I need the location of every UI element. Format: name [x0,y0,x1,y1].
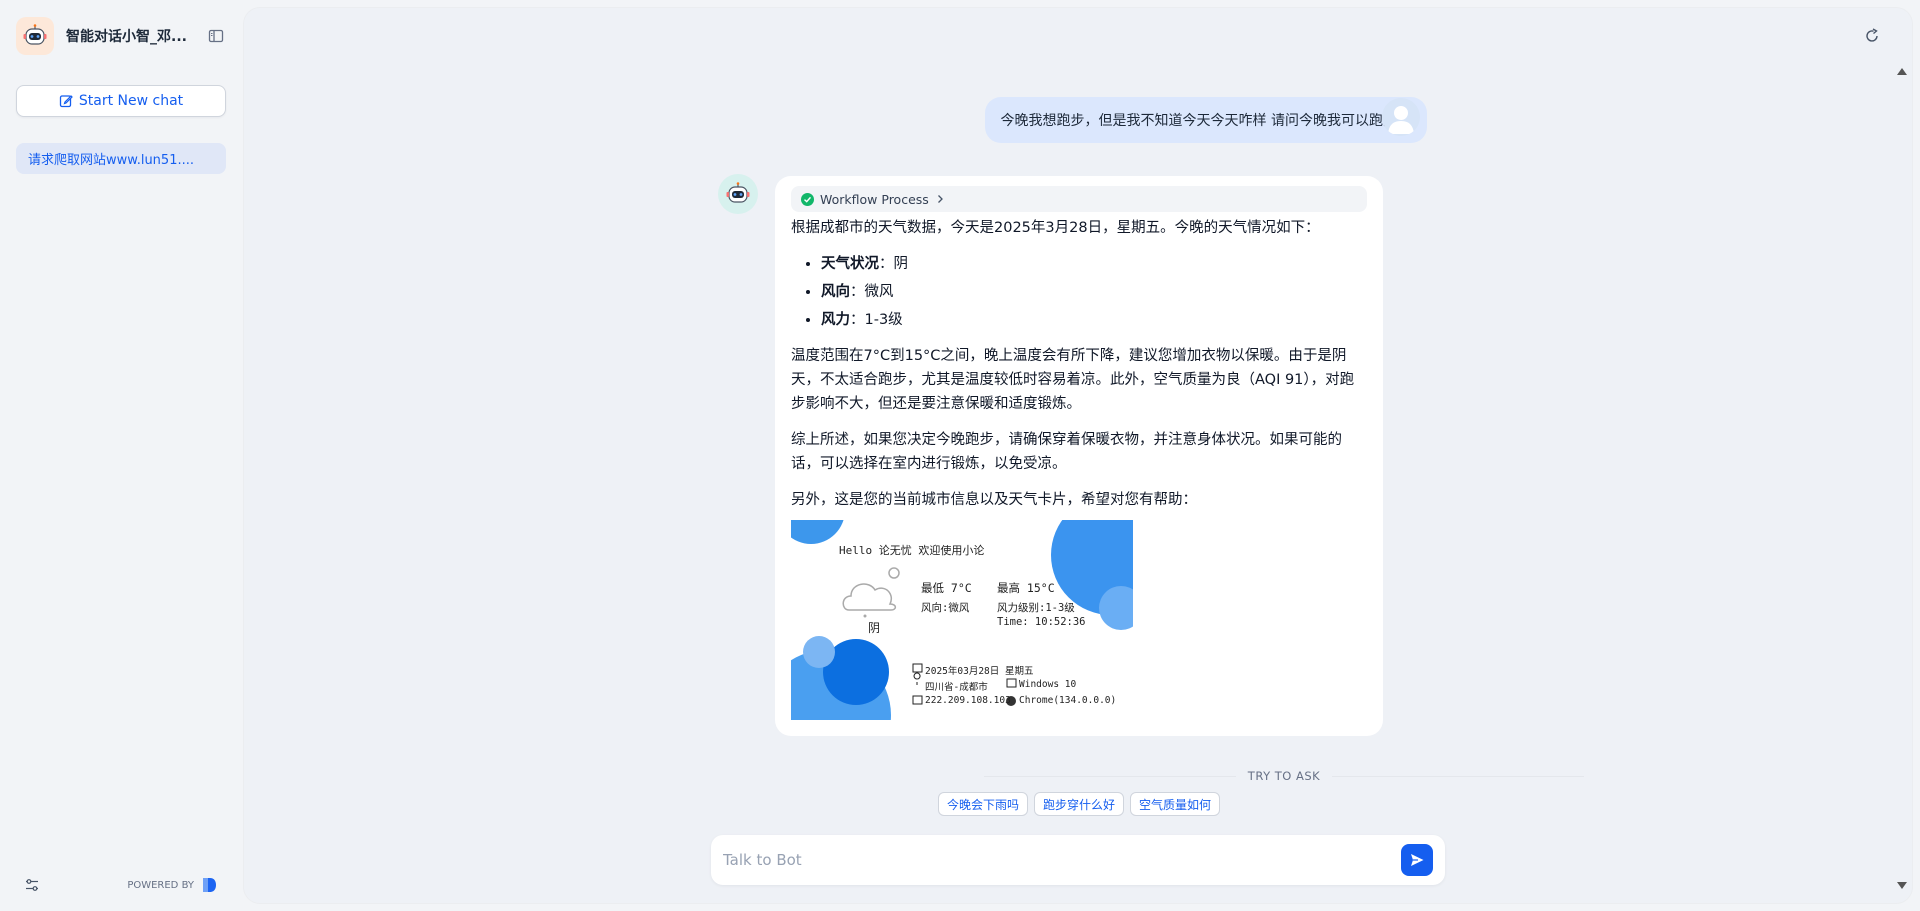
list-item-value: ：微风 [850,284,894,300]
refresh-icon [1866,28,1878,42]
list-item: 天气状况：阴 [821,252,1367,276]
sidebar-toggle-icon [208,29,224,43]
list-item-key: 天气状况 [821,256,879,272]
weather-wind-direction: 风向:微风 [921,602,970,614]
weather-detail-list: 天气状况：阴 风向：微风 风力：1-3级 [821,252,1367,332]
scrollbar-down-arrow[interactable] [1897,882,1907,889]
suggestion-chip[interactable]: 空气质量如何 [1130,792,1221,816]
list-item-key: 风向 [821,284,850,300]
bot-avatar [718,174,758,214]
weather-time: Time: 10:52:36 [997,616,1086,628]
try-to-ask-label: TRY TO ASK [1247,769,1321,783]
start-new-chat-label: Start New chat [78,93,184,109]
bot-message-content: 根据成都市的天气数据，今天是2025年3月28日，星期五。今晚的天气情况如下： … [791,216,1367,512]
list-item-value: ：1-3级 [850,312,903,328]
conversation-item-label: 请求爬取网站www.lun51.... [28,153,194,168]
cloud-icon [842,567,900,618]
list-item: 风向：微风 [821,280,1367,304]
weather-location: 四川省-成都市 [925,682,988,693]
user-avatar [1382,98,1420,136]
suggested-questions: 今晚会下雨吗 跑步穿什么好 空气质量如何 [938,792,1221,816]
workflow-process-toggle[interactable]: Workflow Process [791,186,1367,212]
bot-paragraph: 综上所述，如果您决定今晚跑步，请确保穿着保暖衣物，并注意身体状况。如果可能的话，… [791,432,1342,472]
sidebar-footer: POWERED BY [0,859,242,911]
bot-paragraph: 另外，这是您的当前城市信息以及天气卡片，希望对您有帮助： [791,492,1197,508]
suggestion-chip[interactable]: 跑步穿什么好 [1034,792,1125,816]
weather-browser: Chrome(134.0.0.0) [1019,695,1117,706]
sidebar-header: 智能对话小智_邓... [0,0,242,72]
check-circle-icon [801,192,814,206]
list-item: 风力：1-3级 [821,308,1367,332]
user-message-bubble: 今晚我想跑步，但是我不知道今天今天咋样 请问今晚我可以跑步吗 [984,97,1427,143]
sidebar: 智能对话小智_邓... Start New chat 请求爬取网站www.lun… [0,0,242,911]
bot-intro-text: 根据成都市的天气数据，今天是2025年3月28日，星期五。今晚的天气情况如下： [791,220,1320,236]
send-icon [1411,854,1424,866]
edit-icon [59,95,73,108]
chat-panel: 今晚我想跑步，但是我不知道今天今天咋样 请问今晚我可以跑步吗 Workflow … [244,8,1912,903]
conversation-list: 请求爬取网站www.lun51.... [16,143,226,174]
start-new-chat-button[interactable]: Start New chat [16,85,226,117]
list-item-key: 风力 [821,312,850,328]
weather-greeting: Hello 论无忧 欢迎使用小论 [839,544,985,557]
settings-button[interactable] [24,877,40,893]
sidebar-collapse-button[interactable] [206,26,226,46]
app-title: 智能对话小智_邓... [66,29,187,45]
chat-input[interactable] [723,851,1401,869]
sliders-icon [26,879,38,891]
chevron-right-icon [937,195,943,203]
user-avatar-icon [1388,106,1414,134]
robot-logo-icon [16,17,54,55]
suggestion-chip[interactable]: 今晚会下雨吗 [938,792,1029,816]
bot-paragraph: 温度范围在7°C到15°C之间，晚上温度会有所下降，建议您增加衣物以保暖。由于是… [791,348,1355,412]
bot-message: Workflow Process 根据成都市的天气数据，今天是2025年3月28… [775,176,1383,736]
dify-logo-icon [203,878,216,892]
weather-date: 2025年03月28日 星期五 [925,666,1034,677]
weather-ip: 222.209.108.103 [925,695,1011,706]
user-message: 今晚我想跑步，但是我不知道今天今天咋样 请问今晚我可以跑步吗 [984,97,1427,143]
powered-by: POWERED BY [127,876,218,894]
weather-card-image: Hello 论无忧 欢迎使用小论 最低 7°C 最高 15°C 风向:微风 风力… [791,520,1133,720]
weather-os: Windows 10 [1019,679,1077,690]
chat-input-bar [711,835,1445,885]
conversation-item[interactable]: 请求爬取网站www.lun51.... [16,143,226,174]
robot-icon [726,182,750,203]
workflow-process-label: Workflow Process [820,191,929,207]
weather-wind-level: 风力级别:1-3级 [997,602,1075,614]
list-item-value: ：阴 [879,256,908,272]
refresh-button[interactable] [1862,26,1882,46]
weather-low-temp: 最低 7°C [921,581,972,595]
scrollbar-up-arrow[interactable] [1897,68,1907,75]
weather-high-temp: 最高 15°C [997,581,1055,595]
send-button[interactable] [1401,844,1433,876]
weather-condition: 阴 [868,621,881,635]
powered-by-label: POWERED BY [127,879,194,891]
